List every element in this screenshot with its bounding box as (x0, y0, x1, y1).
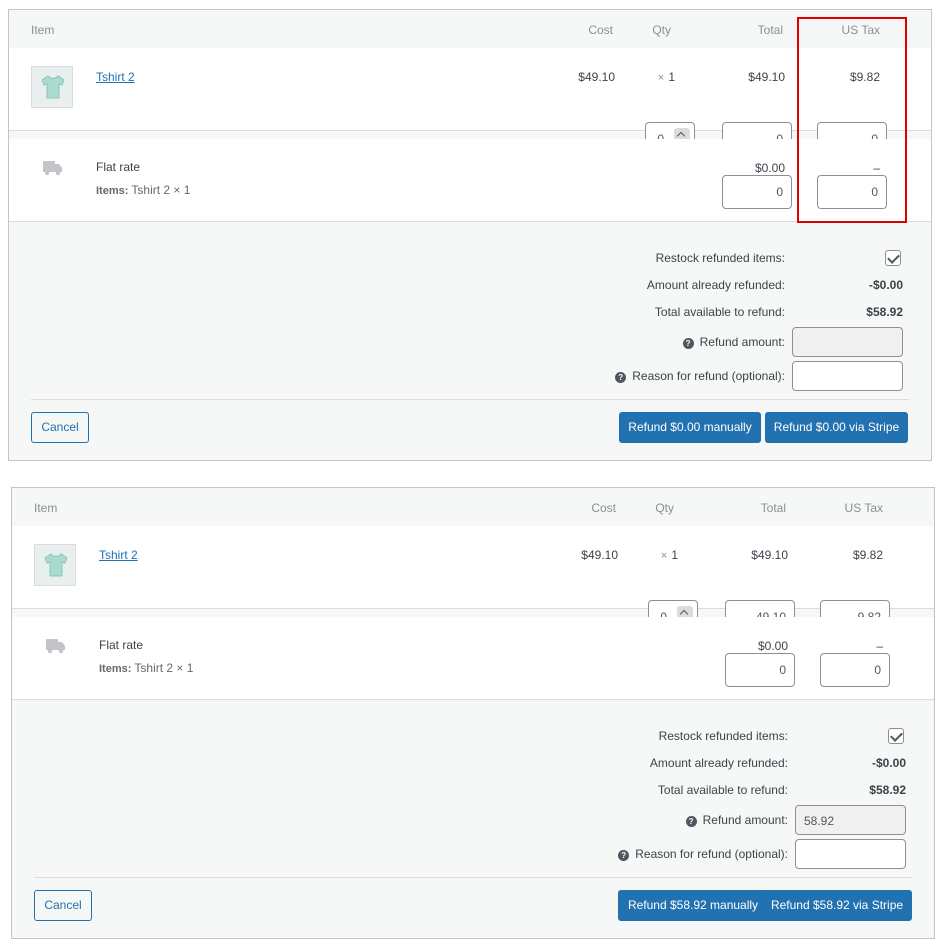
shipping-items-value: Tshirt 2 × 1 (134, 661, 194, 675)
column-item: Item (34, 501, 58, 515)
restock-label: Restock refunded items: (658, 729, 788, 743)
reason-input[interactable] (792, 361, 903, 391)
tshirt-icon (41, 75, 65, 99)
refund-amount-label: Refund amount: (699, 335, 785, 349)
shipping-row: Flat rate Items: Tshirt 2 × 1 $0.00 – (9, 139, 931, 222)
shipping-refund-total-input[interactable]: 0 (725, 653, 795, 687)
refund-amount-label-wrap: ? Refund amount: (685, 813, 788, 827)
column-us-tax: US Tax (844, 501, 883, 515)
item-tax: $9.82 (852, 548, 883, 562)
refund-via-stripe-button[interactable]: Refund $58.92 via Stripe (762, 890, 912, 921)
refund-amount-input[interactable] (792, 327, 903, 357)
reason-label: Reason for refund (optional): (632, 369, 785, 383)
product-link[interactable]: Tshirt 2 (96, 70, 135, 84)
qty-multiplier: × (657, 72, 665, 84)
already-refunded-label: Amount already refunded: (649, 756, 788, 770)
help-icon[interactable]: ? (618, 850, 630, 861)
shipping-tax: – (876, 639, 883, 653)
refund-panel-before: Item Cost Qty Total US Tax Tshirt 2 $49.… (8, 9, 932, 461)
shipping-total: $0.00 (757, 639, 788, 653)
shipping-items: Items: Tshirt 2 × 1 (96, 183, 190, 197)
available-label: Total available to refund: (654, 305, 785, 319)
refund-amount-label: Refund amount: (702, 813, 788, 827)
column-cost: Cost (591, 501, 616, 515)
shipping-total: $0.00 (754, 161, 785, 175)
available-value: $58.92 (866, 305, 903, 319)
items-table-header: Item Cost Qty Total US Tax (12, 488, 934, 526)
refund-via-stripe-button[interactable]: Refund $0.00 via Stripe (765, 412, 908, 443)
reason-label: Reason for refund (optional): (635, 847, 788, 861)
restock-label: Restock refunded items: (655, 251, 785, 265)
help-icon[interactable]: ? (682, 338, 694, 349)
shipping-row: Flat rate Items: Tshirt 2 × 1 $0.00 – (12, 617, 934, 700)
already-refunded-value: -$0.00 (868, 278, 903, 292)
shipping-refund-total-input[interactable]: 0 (722, 175, 792, 209)
item-total: $49.10 (748, 70, 785, 84)
column-qty: Qty (655, 501, 674, 515)
item-qty: × 1 (661, 548, 678, 562)
product-thumbnail (34, 544, 76, 586)
available-label: Total available to refund: (657, 783, 788, 797)
shipping-method-name: Flat rate (96, 160, 141, 174)
already-refunded-label: Amount already refunded: (646, 278, 785, 292)
truck-icon (43, 161, 62, 176)
item-qty: × 1 (658, 70, 675, 84)
refund-manually-button[interactable]: Refund $0.00 manually (619, 412, 761, 443)
shipping-items-label: Items: (99, 663, 132, 675)
item-total: $49.10 (751, 548, 788, 562)
us-tax-highlight-box (797, 17, 907, 223)
shipping-refund-tax-input[interactable]: 0 (820, 653, 890, 687)
already-refunded-value: -$0.00 (871, 756, 906, 770)
column-item: Item (31, 23, 55, 37)
refund-amount-input[interactable]: 58.92 (795, 805, 906, 835)
shipping-items: Items: Tshirt 2 × 1 (99, 661, 193, 675)
shipping-method-name: Flat rate (99, 638, 144, 652)
help-icon[interactable]: ? (685, 816, 697, 827)
shipping-items-label: Items: (96, 185, 129, 197)
divider (31, 399, 909, 400)
items-table-header: Item Cost Qty Total US Tax (9, 10, 931, 48)
reason-label-wrap: ? Reason for refund (optional): (618, 847, 788, 861)
item-cost: $49.10 (578, 70, 615, 84)
refund-manually-button[interactable]: Refund $58.92 manually (618, 890, 768, 921)
truck-icon (46, 639, 65, 654)
column-total: Total (760, 501, 786, 515)
cancel-button[interactable]: Cancel (31, 412, 89, 443)
divider (34, 877, 912, 878)
qty-value: 1 (671, 548, 678, 562)
available-value: $58.92 (869, 783, 906, 797)
shipping-items-value: Tshirt 2 × 1 (131, 183, 191, 197)
cancel-button[interactable]: Cancel (34, 890, 92, 921)
line-item-row: Tshirt 2 $49.10 ×1 $49.10 $9.82 0 0 0 (9, 48, 931, 156)
refund-panel-after: Item Cost Qty Total US Tax Tshirt 2 $49.… (11, 487, 935, 939)
refund-amount-label-wrap: ? Refund amount: (682, 335, 785, 349)
reason-label-wrap: ? Reason for refund (optional): (615, 369, 785, 383)
qty-multiplier: × (660, 550, 668, 562)
line-item-row: Tshirt 2 $49.10 ×1 $49.10 $9.82 0 49.10 … (12, 526, 934, 634)
restock-checkbox[interactable] (888, 728, 904, 744)
qty-value: 1 (668, 70, 675, 84)
tshirt-icon (44, 553, 68, 577)
product-thumbnail (31, 66, 73, 108)
column-qty: Qty (652, 23, 671, 37)
item-cost: $49.10 (581, 548, 618, 562)
restock-checkbox[interactable] (885, 250, 901, 266)
product-link[interactable]: Tshirt 2 (99, 548, 138, 562)
column-cost: Cost (588, 23, 613, 37)
help-icon[interactable]: ? (615, 372, 627, 383)
column-total: Total (757, 23, 783, 37)
reason-input[interactable] (795, 839, 906, 869)
